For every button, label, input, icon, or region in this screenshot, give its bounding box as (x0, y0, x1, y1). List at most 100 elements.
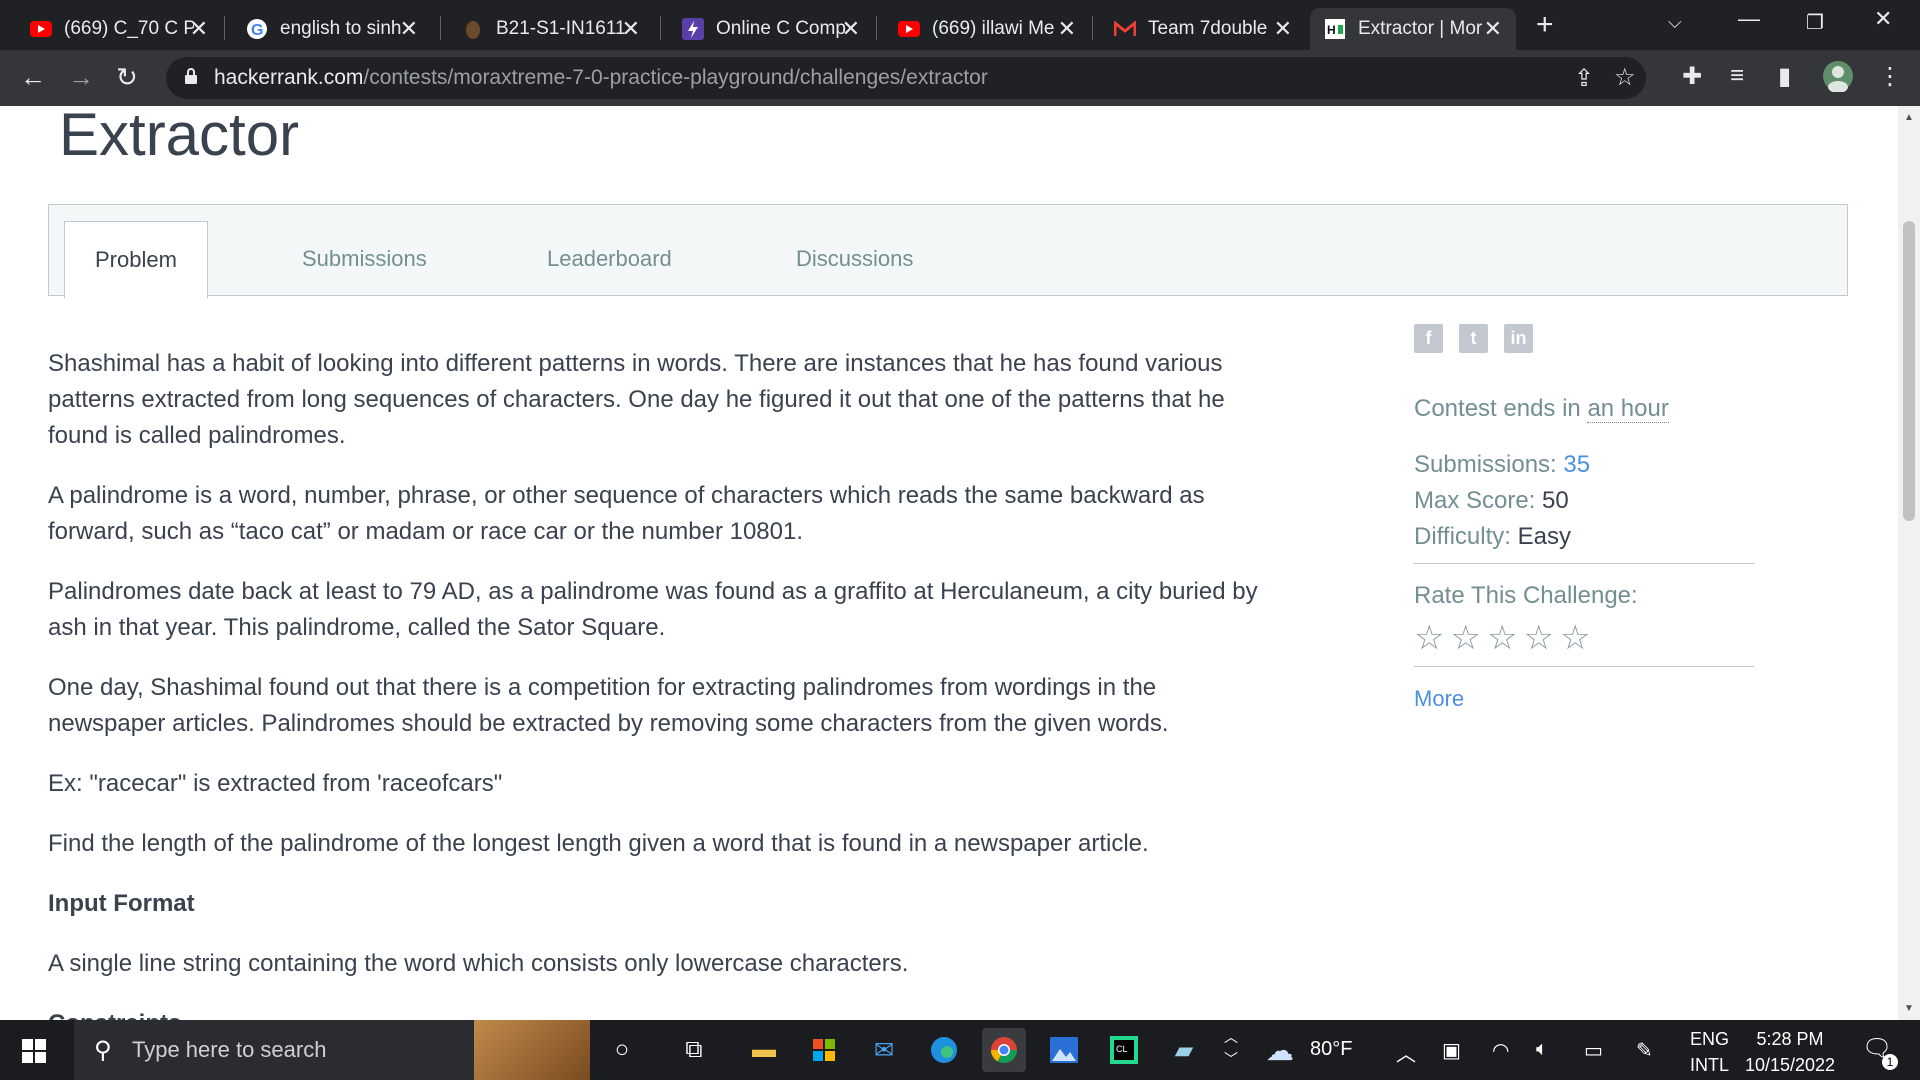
clock[interactable]: 5:28 PM 10/15/2022 (1740, 1026, 1840, 1078)
photos-icon[interactable] (1046, 1032, 1082, 1068)
chrome-icon[interactable] (982, 1028, 1026, 1072)
twitter-icon[interactable]: t (1459, 324, 1488, 353)
max-score-value: 50 (1542, 487, 1569, 514)
browser-tab-title: B21-S1-IN1611 (496, 18, 626, 39)
gmail-icon (1114, 18, 1136, 40)
tab-discussions[interactable]: Discussions (796, 221, 913, 297)
close-icon[interactable]: ✕ (1058, 16, 1076, 42)
clion-icon[interactable]: CL (1106, 1032, 1142, 1068)
browser-tab-title: english to sinh (280, 18, 402, 39)
bookmark-star-icon[interactable]: ☆ (1614, 63, 1636, 92)
back-icon[interactable]: ← (20, 62, 46, 93)
file-explorer-icon[interactable]: ▬ (746, 1032, 782, 1068)
restore-icon[interactable]: ❐ (1806, 10, 1824, 35)
tab-problem[interactable]: Problem (64, 221, 208, 298)
youtube-icon (898, 18, 920, 40)
close-icon[interactable]: ✕ (842, 16, 860, 42)
side-panel-icon[interactable]: ▮ (1778, 62, 1791, 91)
language-indicator[interactable]: ENG INTL (1690, 1026, 1729, 1078)
notepad-icon[interactable]: ▰ (1166, 1032, 1202, 1068)
browser-toolbar: ← → ↻ hackerrank.com/contests/moraxtreme… (0, 50, 1920, 106)
tab-search-icon[interactable]: ⌵ (1668, 12, 1682, 33)
close-icon[interactable]: ✕ (1274, 16, 1292, 42)
browser-tab-active[interactable]: H Extractor | Mor ✕ (1310, 8, 1516, 50)
scroll-up-icon[interactable]: ▲ (1904, 112, 1914, 123)
weather-temp[interactable]: 80°F (1310, 1038, 1352, 1061)
onlinegdb-icon (682, 18, 704, 40)
browser-tab[interactable]: Team 7double ✕ (1100, 8, 1306, 50)
linkedin-icon[interactable]: in (1504, 324, 1533, 353)
challenge-sidebar: f t in Contest ends in an hour Submissio… (1414, 324, 1754, 717)
page-scrollbar[interactable]: ▲ ▼ (1898, 106, 1920, 1020)
facebook-icon[interactable]: f (1414, 324, 1443, 353)
tray-overflow-icon[interactable]: ︿ (1396, 1038, 1416, 1067)
taskbar-search-placeholder: Type here to search (132, 1037, 327, 1062)
browser-tab[interactable]: (669) illawi Me ✕ (884, 8, 1090, 50)
tab-divider (224, 16, 225, 40)
media-control-icon[interactable]: ≡ (1730, 62, 1744, 90)
browser-tab[interactable]: (669) C_70 C Pr ✕ (16, 8, 222, 50)
scrollbar-thumb[interactable] (1903, 221, 1915, 521)
close-icon[interactable]: ✕ (1484, 16, 1502, 42)
url-path: /contests/moraxtreme-7-0-practice-playgr… (363, 66, 988, 89)
edge-icon[interactable] (926, 1032, 962, 1068)
star-icon[interactable]: ☆ (1414, 618, 1444, 658)
constraints-heading: Constraints (48, 1006, 1278, 1020)
paragraph: One day, Shashimal found out that there … (48, 674, 1169, 737)
scroll-taskbar-icon[interactable]: ︿ ﹀ (1224, 1026, 1238, 1070)
tab-submissions[interactable]: Submissions (302, 221, 427, 297)
minimize-icon[interactable]: — (1738, 6, 1760, 32)
extensions-icon[interactable]: ✚ (1682, 62, 1702, 91)
volume-icon[interactable]: 🔈︎ (1536, 1038, 1548, 1061)
more-link[interactable]: More (1414, 681, 1754, 717)
paragraph: Shashimal has a habit of looking into di… (48, 350, 1225, 449)
challenge-title: Extractor (59, 106, 300, 168)
window-close-icon[interactable]: ✕ (1874, 6, 1892, 32)
star-icon[interactable]: ☆ (1560, 618, 1590, 658)
task-view-icon[interactable]: ⧉ (676, 1032, 712, 1068)
new-tab-icon[interactable]: + (1536, 8, 1554, 42)
submissions-label: Submissions: (1414, 451, 1564, 478)
browser-tab-title: (669) illawi Me (932, 18, 1055, 39)
close-icon[interactable]: ✕ (400, 16, 418, 42)
star-icon[interactable]: ☆ (1523, 618, 1553, 658)
taskbar-search-box[interactable]: ⚲ Type here to search (74, 1020, 590, 1080)
tab-divider (1092, 16, 1093, 40)
difficulty-label: Difficulty: (1414, 523, 1518, 550)
browser-menu-icon[interactable]: ⋮ (1878, 62, 1902, 91)
close-icon[interactable]: ✕ (190, 16, 208, 42)
reload-icon[interactable]: ↻ (116, 62, 138, 93)
windows-start-icon[interactable] (22, 1039, 46, 1063)
mail-icon[interactable]: ✉ (866, 1032, 902, 1068)
forward-icon[interactable]: → (68, 62, 94, 93)
star-icon[interactable]: ☆ (1487, 618, 1517, 658)
submissions-stat: Submissions: 35 (1414, 447, 1754, 483)
paragraph: Find the length of the palindrome of the… (48, 830, 1149, 857)
submissions-count-link[interactable]: 35 (1563, 451, 1590, 478)
tab-leaderboard[interactable]: Leaderboard (547, 221, 672, 297)
divider (1414, 666, 1754, 667)
wifi-icon[interactable]: ◠ (1492, 1038, 1509, 1063)
meet-now-icon[interactable]: ▣ (1442, 1038, 1461, 1063)
browser-tab[interactable]: G english to sinh ✕ (232, 8, 432, 50)
browser-tab-title: Online C Comp (716, 18, 846, 39)
cortana-icon[interactable]: ○ (604, 1032, 640, 1068)
hackerrank-icon: H (1324, 18, 1346, 40)
contest-ends-label: Contest ends in (1414, 395, 1588, 422)
browser-tab[interactable]: Online C Comp ✕ (668, 8, 874, 50)
lock-icon (185, 68, 197, 84)
star-icon[interactable]: ☆ (1450, 618, 1480, 658)
profile-avatar[interactable] (1822, 60, 1854, 99)
close-icon[interactable]: ✕ (622, 16, 640, 42)
tab-divider (660, 16, 661, 40)
pen-icon[interactable]: ✎ (1636, 1038, 1653, 1063)
battery-icon[interactable]: ▭ (1584, 1038, 1603, 1063)
lang-top: ENG (1690, 1029, 1730, 1049)
address-bar[interactable]: hackerrank.com/contests/moraxtreme-7-0-p… (166, 57, 1646, 99)
google-icon: G (246, 18, 268, 40)
share-icon[interactable]: ⇪ (1574, 64, 1594, 93)
social-share: f t in (1414, 324, 1754, 353)
microsoft-store-icon[interactable] (806, 1032, 842, 1068)
browser-tab[interactable]: B21-S1-IN1611 ✕ (448, 8, 654, 50)
scroll-down-icon[interactable]: ▼ (1904, 1003, 1914, 1014)
